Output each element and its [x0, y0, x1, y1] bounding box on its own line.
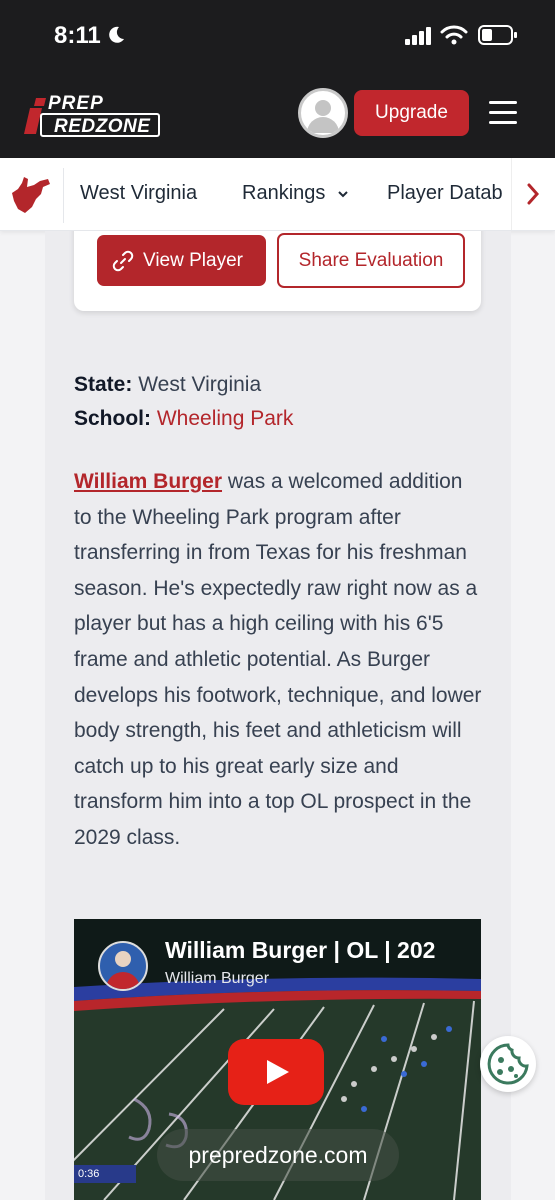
- logo-top-text: PREP: [48, 93, 104, 114]
- player-bio: William Burger was a welcomed addition t…: [74, 464, 484, 856]
- article-content: View Player Share Evaluation State: West…: [45, 231, 511, 1200]
- share-evaluation-button[interactable]: Share Evaluation: [277, 233, 465, 288]
- meta-state-value: West Virginia: [138, 373, 262, 396]
- player-name-link[interactable]: William Burger: [74, 470, 222, 493]
- battery-icon: [478, 25, 517, 45]
- chevron-right-icon: [527, 183, 540, 205]
- chevron-down-icon: [338, 191, 348, 198]
- nav-item-player-database[interactable]: Player Datab: [387, 182, 503, 205]
- sub-nav: West Virginia Rankings Player Datab: [0, 158, 555, 231]
- video-embed[interactable]: William Burger | OL | 202 William Burger…: [74, 919, 481, 1200]
- cookie-icon: [487, 1043, 529, 1085]
- prep-redzone-logo[interactable]: PREP REDZONE: [22, 93, 161, 139]
- scoreboard: 0:36: [74, 1165, 136, 1183]
- status-time: 8:11: [54, 22, 101, 49]
- site-header: PREP REDZONE Upgrade: [0, 75, 555, 158]
- meta-state: State: West Virginia: [74, 373, 261, 397]
- link-icon: [112, 250, 134, 272]
- nav-item-rankings[interactable]: Rankings: [242, 182, 349, 205]
- moon-icon: [109, 26, 124, 43]
- view-player-button[interactable]: View Player: [97, 235, 266, 286]
- player-photo-icon: [106, 951, 140, 989]
- player-bio-text: was a welcomed addition to the Wheeling …: [74, 470, 482, 849]
- nav-rankings-label: Rankings: [242, 182, 326, 204]
- video-channel[interactable]: William Burger: [165, 970, 269, 988]
- video-watermark: prepredzone.com: [157, 1129, 399, 1181]
- west-virginia-state-icon[interactable]: [10, 175, 52, 215]
- view-player-label: View Player: [143, 249, 243, 271]
- meta-school: School: Wheeling Park: [74, 407, 293, 431]
- signal-icon: [405, 27, 431, 45]
- video-title[interactable]: William Burger | OL | 202: [165, 937, 435, 964]
- meta-school-key: School:: [74, 407, 151, 430]
- upgrade-button[interactable]: Upgrade: [354, 90, 469, 136]
- status-bar: 8:11: [0, 0, 555, 75]
- user-silhouette-icon: [307, 100, 339, 133]
- avatar[interactable]: [298, 88, 348, 138]
- logo-bottom-text: REDZONE: [40, 113, 161, 137]
- hamburger-icon[interactable]: [489, 101, 517, 125]
- nav-divider: [63, 168, 64, 223]
- play-icon: [267, 1060, 289, 1084]
- meta-state-key: State:: [74, 373, 133, 396]
- player-action-card: View Player Share Evaluation: [74, 231, 481, 311]
- play-button[interactable]: [228, 1039, 324, 1105]
- school-link[interactable]: Wheeling Park: [157, 407, 294, 430]
- channel-avatar[interactable]: [98, 941, 148, 991]
- nav-scroll-right-button[interactable]: [511, 158, 555, 230]
- nav-item-west-virginia[interactable]: West Virginia: [80, 182, 197, 205]
- wifi-icon: [440, 25, 468, 45]
- cookie-settings-button[interactable]: [480, 1036, 536, 1092]
